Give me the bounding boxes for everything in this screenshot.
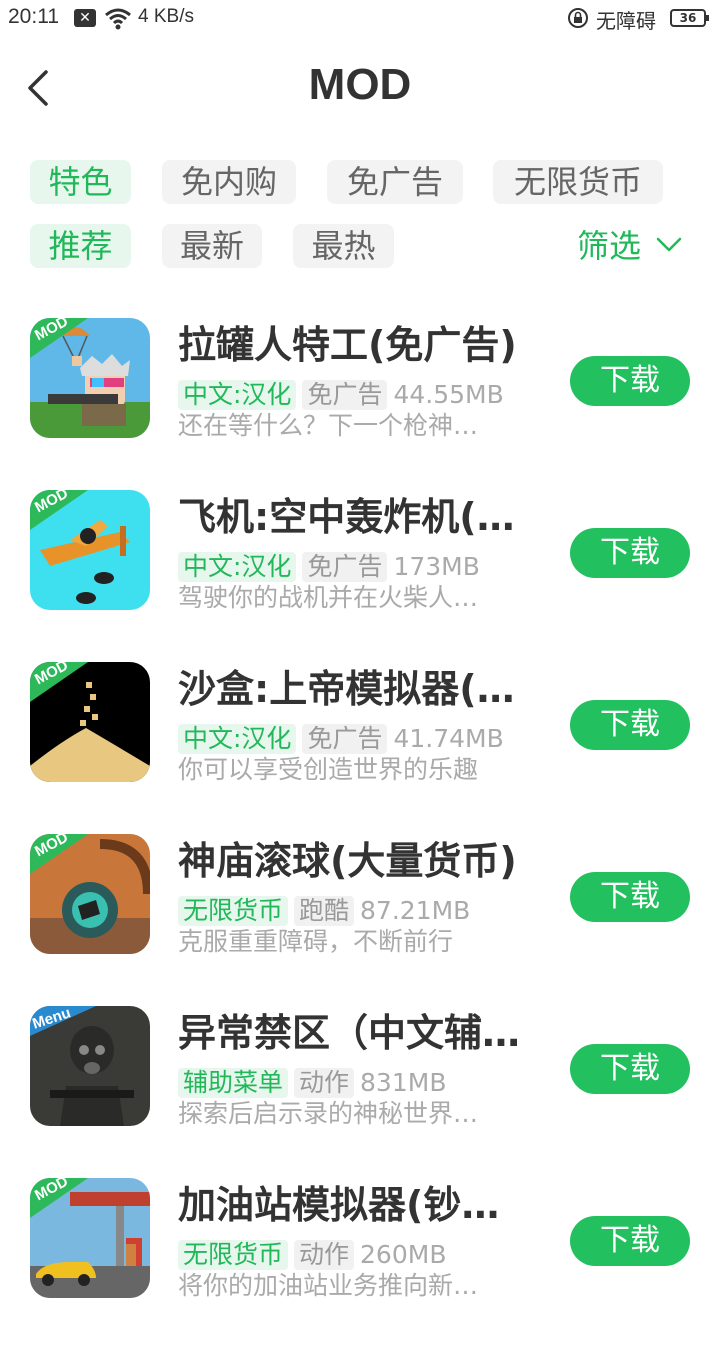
download-button[interactable]: 下载 — [570, 872, 690, 922]
app-title[interactable]: 沙盒:上帝模拟器(… — [178, 658, 538, 713]
download-button[interactable]: 下载 — [570, 700, 690, 750]
list-item[interactable]: MOD 神庙滚球(大量货币) 无限货币 跑酷 87.21MB 克服重重障碍，不断前行… — [0, 834, 720, 1006]
clock: 20:11 — [8, 5, 59, 28]
app-description: 探索后启示录的神秘世界… — [178, 1099, 479, 1128]
app-description: 还在等什么？下一个枪神… — [178, 411, 479, 440]
chip-no-ads[interactable]: 免广告 — [327, 160, 463, 204]
chevron-down-icon[interactable] — [656, 236, 682, 254]
app-title[interactable]: 加油站模拟器(钞… — [178, 1174, 538, 1229]
notification-icon: ✕ — [74, 9, 96, 27]
battery-icon: 36 — [670, 9, 709, 27]
app-description: 将你的加油站业务推向新… — [178, 1271, 479, 1300]
download-button[interactable]: 下载 — [570, 528, 690, 578]
download-button[interactable]: 下载 — [570, 1044, 690, 1094]
app-description: 克服重重障碍，不断前行 — [178, 927, 454, 956]
status-bar: 20:11 ✕ 4 KB/s 无障碍 36 — [0, 0, 720, 38]
gas-station-icon[interactable]: MOD — [30, 1178, 150, 1298]
wifi-icon — [105, 8, 131, 30]
app-description: 驾驶你的战机并在火柴人… — [178, 583, 479, 612]
list-item[interactable]: MOD 飞机:空中轰炸机(… 中文:汉化 免广告 173MB 驾驶你的战机并在火柴人… — [0, 490, 720, 662]
chip-newest[interactable]: 最新 — [162, 224, 262, 268]
chip-recommended[interactable]: 推荐 — [30, 224, 131, 268]
app-title[interactable]: 飞机:空中轰炸机(… — [178, 486, 538, 541]
app-description: 你可以享受创造世界的乐趣 — [178, 755, 479, 784]
rolling-ball-icon[interactable]: MOD — [30, 834, 150, 954]
sand-pile-icon[interactable]: MOD — [30, 662, 150, 782]
rotation-lock-icon — [568, 8, 588, 28]
app-title[interactable]: 神庙滚球(大量货币) — [178, 830, 538, 885]
gas-mask-soldier-icon[interactable]: Menu — [30, 1006, 150, 1126]
list-item[interactable]: MOD 加油站模拟器(钞… 无限货币 动作 260MB 将你的加油站业务推向新… 下… — [0, 1178, 720, 1350]
chip-featured[interactable]: 特色 — [30, 160, 131, 204]
app-title[interactable]: 异常禁区（中文辅… — [178, 1002, 538, 1057]
chip-no-iap[interactable]: 免内购 — [162, 160, 296, 204]
list-item[interactable]: Menu 异常禁区（中文辅… 辅助菜单 动作 831MB 探索后启示录的神秘世界… … — [0, 1006, 720, 1178]
chip-unlimited-currency[interactable]: 无限货币 — [493, 160, 663, 204]
list-item[interactable]: MOD 沙盒:上帝模拟器(… 中文:汉化 免广告 41.74MB 你可以享受创造世界… — [0, 662, 720, 834]
chip-hottest[interactable]: 最热 — [293, 224, 394, 268]
download-button[interactable]: 下载 — [570, 1216, 690, 1266]
accessibility-label: 无障碍 — [596, 9, 656, 33]
network-speed: 4 KB/s — [138, 6, 194, 27]
filter-button[interactable]: 筛选 — [577, 224, 641, 268]
download-button[interactable]: 下载 — [570, 356, 690, 406]
app-title[interactable]: 拉罐人特工(免广告) — [178, 314, 538, 369]
bomber-plane-icon[interactable]: MOD — [30, 490, 150, 610]
page-title: MOD — [308, 60, 412, 109]
soldier-parachute-icon[interactable]: MOD — [30, 318, 150, 438]
list-item[interactable]: MOD 拉罐人特工(免广告) 中文:汉化 免广告 44.55MB 还在等什么？下一个… — [0, 318, 720, 490]
